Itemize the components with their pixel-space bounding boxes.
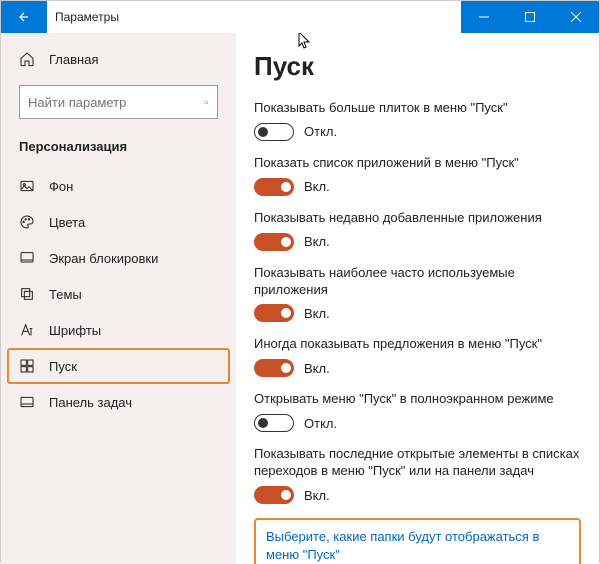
toggle-recently-added[interactable] bbox=[254, 233, 294, 251]
setting-recently-added: Показывать недавно добавленные приложени… bbox=[254, 210, 581, 251]
home-label: Главная bbox=[49, 52, 98, 67]
page-heading: Пуск bbox=[254, 51, 581, 82]
main-content: Пуск Показывать больше плиток в меню "Пу… bbox=[236, 33, 599, 564]
setting-label: Показывать наиболее часто используемые п… bbox=[254, 265, 581, 299]
sidebar-item-label: Цвета bbox=[49, 215, 85, 230]
toggle-state: Вкл. bbox=[304, 361, 330, 376]
toggle-most-used[interactable] bbox=[254, 304, 294, 322]
toggle-state: Вкл. bbox=[304, 488, 330, 503]
sidebar-item-label: Пуск bbox=[49, 359, 77, 374]
setting-jumplists: Показывать последние открытые элементы в… bbox=[254, 446, 581, 504]
lockscreen-icon bbox=[19, 250, 35, 266]
home-link[interactable]: Главная bbox=[1, 43, 236, 75]
fonts-icon bbox=[19, 322, 35, 338]
toggle-more-tiles[interactable] bbox=[254, 123, 294, 141]
sidebar-item-fonts[interactable]: Шрифты bbox=[1, 312, 236, 348]
close-icon bbox=[571, 12, 581, 22]
sidebar-item-lockscreen[interactable]: Экран блокировки bbox=[1, 240, 236, 276]
close-button[interactable] bbox=[553, 1, 599, 33]
setting-label: Показывать больше плиток в меню "Пуск" bbox=[254, 100, 581, 117]
sidebar-item-label: Экран блокировки bbox=[49, 251, 158, 266]
palette-icon bbox=[19, 214, 35, 230]
titlebar: Параметры bbox=[1, 1, 599, 33]
toggle-state: Вкл. bbox=[304, 179, 330, 194]
toggle-state: Откл. bbox=[304, 416, 337, 431]
sidebar-item-label: Фон bbox=[49, 179, 73, 194]
setting-suggestions: Иногда показывать предложения в меню "Пу… bbox=[254, 336, 581, 377]
sidebar-item-label: Панель задач bbox=[49, 395, 132, 410]
toggle-fullscreen[interactable] bbox=[254, 414, 294, 432]
toggle-state: Откл. bbox=[304, 124, 337, 139]
sidebar-item-background[interactable]: Фон bbox=[1, 168, 236, 204]
sidebar-item-colors[interactable]: Цвета bbox=[1, 204, 236, 240]
toggle-state: Вкл. bbox=[304, 234, 330, 249]
themes-icon bbox=[19, 286, 35, 302]
sidebar-item-themes[interactable]: Темы bbox=[1, 276, 236, 312]
home-icon bbox=[19, 51, 35, 67]
setting-label: Показывать последние открытые элементы в… bbox=[254, 446, 581, 480]
setting-more-tiles: Показывать больше плиток в меню "Пуск" О… bbox=[254, 100, 581, 141]
setting-fullscreen: Открывать меню "Пуск" в полноэкранном ре… bbox=[254, 391, 581, 432]
minimize-button[interactable] bbox=[461, 1, 507, 33]
window-title: Параметры bbox=[47, 10, 461, 24]
sidebar-section-title: Персонализация bbox=[1, 133, 236, 168]
minimize-icon bbox=[479, 12, 489, 22]
link-text: Выберите, какие папки будут отображаться… bbox=[266, 529, 539, 562]
sidebar: Главная Персонализация Фон Цвета Экран б… bbox=[1, 33, 236, 564]
taskbar-icon bbox=[19, 394, 35, 410]
setting-label: Открывать меню "Пуск" в полноэкранном ре… bbox=[254, 391, 581, 408]
toggle-jumplists[interactable] bbox=[254, 486, 294, 504]
toggle-state: Вкл. bbox=[304, 306, 330, 321]
search-icon bbox=[204, 95, 209, 110]
search-input[interactable] bbox=[28, 95, 204, 110]
sidebar-item-label: Темы bbox=[49, 287, 82, 302]
maximize-button[interactable] bbox=[507, 1, 553, 33]
setting-label: Показывать недавно добавленные приложени… bbox=[254, 210, 581, 227]
setting-app-list: Показать список приложений в меню "Пуск"… bbox=[254, 155, 581, 196]
sidebar-item-start[interactable]: Пуск bbox=[7, 348, 230, 384]
setting-label: Показать список приложений в меню "Пуск" bbox=[254, 155, 581, 172]
arrow-left-icon bbox=[17, 10, 31, 24]
setting-most-used: Показывать наиболее часто используемые п… bbox=[254, 265, 581, 323]
picture-icon bbox=[19, 178, 35, 194]
cursor-icon bbox=[298, 33, 312, 54]
sidebar-item-label: Шрифты bbox=[49, 323, 101, 338]
choose-folders-link[interactable]: Выберите, какие папки будут отображаться… bbox=[254, 518, 581, 564]
search-box[interactable] bbox=[19, 85, 218, 119]
back-button[interactable] bbox=[1, 1, 47, 33]
start-icon bbox=[19, 358, 35, 374]
sidebar-item-taskbar[interactable]: Панель задач bbox=[1, 384, 236, 420]
setting-label: Иногда показывать предложения в меню "Пу… bbox=[254, 336, 581, 353]
toggle-app-list[interactable] bbox=[254, 178, 294, 196]
toggle-suggestions[interactable] bbox=[254, 359, 294, 377]
maximize-icon bbox=[525, 12, 535, 22]
